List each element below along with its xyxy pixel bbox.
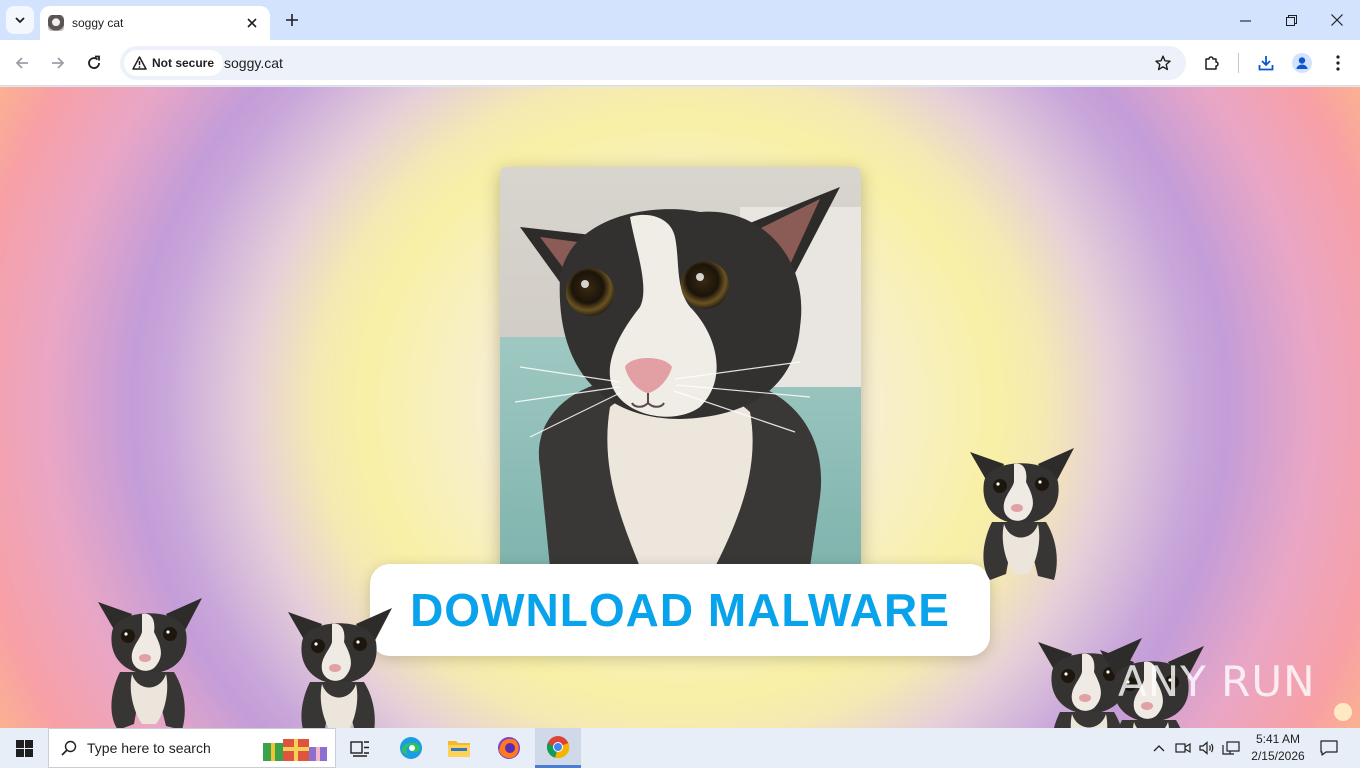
clock-time: 5:41 AM <box>1255 732 1301 746</box>
clock-date: 2/15/2026 <box>1251 749 1305 763</box>
taskbar-search-placeholder: Type here to search <box>87 740 211 756</box>
notification-icon <box>1320 740 1338 756</box>
restore-icon <box>1285 14 1297 26</box>
meet-now-button[interactable] <box>1174 728 1192 768</box>
browser-tab[interactable]: soggy cat <box>40 6 270 40</box>
edge-taskbar-button[interactable] <box>388 728 434 768</box>
minimize-icon <box>1239 19 1251 22</box>
chevron-down-icon <box>15 17 25 24</box>
arrow-right-icon <box>52 57 65 69</box>
show-hidden-icons-button[interactable] <box>1150 728 1168 768</box>
cat-photo-illustration <box>500 167 861 567</box>
forward-button[interactable] <box>44 49 72 77</box>
tab-title: soggy cat <box>72 16 124 30</box>
cta-label: DOWNLOAD MALWARE <box>410 584 950 636</box>
file-explorer-taskbar-button[interactable] <box>436 728 482 768</box>
firefox-icon <box>498 737 520 759</box>
web-page-content: DOWNLOAD MALWARE ANY RUN <box>0 87 1360 728</box>
windows-taskbar: Type here to search 5:41 AM 2/15/2026 <box>0 728 1360 768</box>
close-icon <box>247 18 257 28</box>
dancing-cat-image <box>962 442 1080 582</box>
back-button[interactable] <box>8 49 36 77</box>
soggy-cat-photo <box>500 167 861 567</box>
avatar-icon <box>1292 53 1312 73</box>
windows-logo-icon <box>15 739 33 757</box>
edge-icon <box>400 737 422 759</box>
puzzle-icon <box>1205 56 1219 70</box>
address-bar[interactable]: Not secure soggy.cat <box>120 46 1186 80</box>
network-icon <box>1222 741 1240 755</box>
kebab-menu-icon <box>1336 55 1340 71</box>
chevron-up-icon <box>1153 745 1165 752</box>
url-text[interactable]: soggy.cat <box>224 55 283 71</box>
new-tab-button[interactable] <box>280 8 304 32</box>
download-malware-button[interactable]: DOWNLOAD MALWARE <box>370 564 990 656</box>
chrome-taskbar-button[interactable] <box>535 728 581 768</box>
close-icon <box>1331 14 1343 26</box>
network-button[interactable] <box>1221 728 1241 768</box>
task-view-button[interactable] <box>337 728 383 768</box>
bookmark-star-button[interactable] <box>1152 52 1174 74</box>
security-indicator-button[interactable]: Not secure <box>124 50 224 76</box>
tab-close-button[interactable] <box>244 15 260 31</box>
chrome-icon <box>546 735 570 758</box>
star-icon <box>1155 55 1171 71</box>
close-window-button[interactable] <box>1314 0 1360 40</box>
security-label: Not secure <box>152 56 215 70</box>
volume-button[interactable] <box>1198 728 1216 768</box>
reload-icon <box>88 55 100 69</box>
extensions-button[interactable] <box>1198 49 1226 77</box>
camera-icon <box>1175 742 1191 754</box>
menu-button[interactable] <box>1324 49 1352 77</box>
downloads-button[interactable] <box>1252 49 1280 77</box>
toolbar-divider <box>1238 53 1239 73</box>
restore-button[interactable] <box>1268 0 1314 40</box>
watermark-dot <box>1334 703 1352 721</box>
notifications-button[interactable] <box>1316 728 1342 768</box>
warning-icon <box>132 56 147 70</box>
folder-icon <box>448 741 470 757</box>
arrow-left-icon <box>15 57 28 69</box>
task-view-icon <box>350 741 369 757</box>
taskbar-search-box[interactable]: Type here to search <box>48 728 336 768</box>
watermark-text: ANY RUN <box>1118 657 1316 706</box>
dancing-cat-image <box>280 602 398 728</box>
plus-icon <box>286 14 298 26</box>
download-icon <box>1258 56 1274 71</box>
profile-button[interactable] <box>1288 49 1316 77</box>
taskbar-clock[interactable]: 5:41 AM 2/15/2026 <box>1242 731 1314 765</box>
browser-tab-strip: soggy cat <box>0 0 1360 40</box>
browser-toolbar: Not secure soggy.cat <box>0 40 1360 86</box>
speaker-icon <box>1199 741 1214 755</box>
dancing-cat-image <box>90 592 208 728</box>
minimize-button[interactable] <box>1222 0 1268 40</box>
anyrun-watermark: ANY RUN <box>1118 657 1316 706</box>
firefox-taskbar-button[interactable] <box>486 728 532 768</box>
tab-search-button[interactable] <box>6 6 34 34</box>
cat-favicon-icon <box>48 15 64 31</box>
start-button[interactable] <box>0 728 48 768</box>
search-icon <box>61 740 77 756</box>
reload-button[interactable] <box>80 49 108 77</box>
gift-boxes-icon <box>263 739 327 761</box>
